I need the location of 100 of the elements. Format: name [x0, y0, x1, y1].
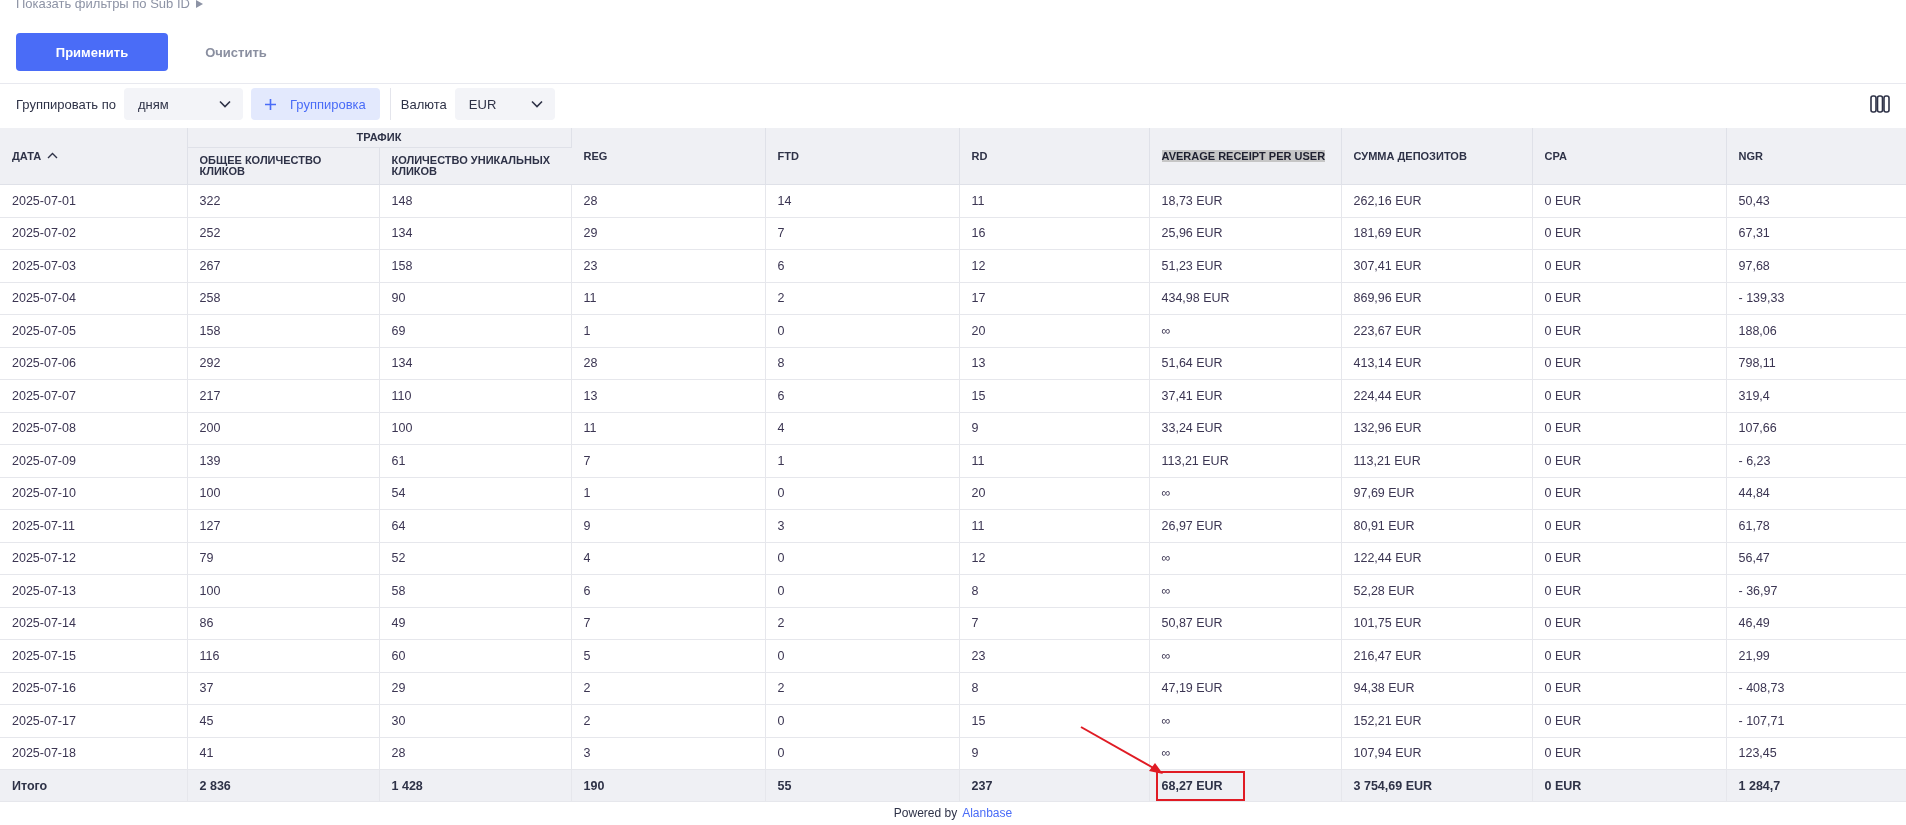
table-cell: 58 — [391, 583, 406, 598]
table-cell: 127 — [199, 518, 221, 533]
total-label: Итого — [12, 778, 48, 793]
table-cell: 8 — [777, 356, 785, 371]
table-cell: 0 EUR — [1544, 453, 1582, 468]
table-cell: 2025-07-13 — [12, 583, 76, 598]
table-cell: 116 — [199, 648, 220, 663]
table-cell: 2025-07-04 — [12, 291, 76, 306]
table-cell: 224,44 EUR — [1353, 388, 1422, 403]
table-cell: 33,24 EUR — [1161, 421, 1223, 436]
table-cell: 110 — [391, 388, 412, 403]
table-cell: 2025-07-16 — [12, 681, 76, 696]
table-cell: 9 — [971, 421, 979, 436]
table-cell: 90 — [391, 291, 406, 306]
table-cell: - 36,97 — [1738, 583, 1778, 598]
table-cell: 94,38 EUR — [1353, 681, 1415, 696]
table-cell: 14 — [777, 193, 792, 208]
table-cell: ∞ — [1161, 648, 1171, 663]
table-cell: 200 — [199, 421, 221, 436]
table-cell: 0 EUR — [1544, 551, 1582, 566]
table-cell: 47,19 EUR — [1161, 681, 1223, 696]
total-value: 1 284,7 — [1738, 778, 1781, 793]
table-cell: 0 — [777, 713, 785, 728]
table-cell: 2025-07-14 — [12, 616, 76, 631]
table-cell: 12 — [971, 551, 986, 566]
table-cell: 4 — [583, 551, 591, 566]
column-header: NGR — [1738, 149, 1763, 162]
table-cell: 28 — [391, 746, 406, 761]
columns-icon[interactable] — [1870, 95, 1890, 113]
table-cell: 307,41 EUR — [1353, 258, 1422, 273]
table-cell: 0 EUR — [1544, 323, 1582, 338]
table-cell: 17 — [971, 291, 986, 306]
apply-button[interactable]: Применить — [16, 33, 168, 71]
table-cell: 0 EUR — [1544, 193, 1582, 208]
table-cell: 869,96 EUR — [1353, 291, 1422, 306]
table-cell: 0 — [777, 551, 785, 566]
table-cell: 50,87 EUR — [1161, 616, 1223, 631]
table-cell: 12 — [971, 258, 986, 273]
table-cell: 2025-07-12 — [12, 551, 76, 566]
column-header: FTD — [777, 149, 799, 162]
table-cell: 1 — [777, 453, 785, 468]
group-by-select[interactable]: дням — [124, 88, 243, 120]
caret-icon — [195, 0, 203, 8]
currency-select[interactable]: EUR — [454, 88, 555, 120]
clear-button[interactable]: Очистить — [184, 33, 288, 71]
table-cell: 0 — [777, 648, 785, 663]
table-cell: 61 — [391, 453, 406, 468]
table-cell: 2025-07-02 — [12, 226, 76, 241]
table-cell: 11 — [583, 291, 597, 306]
table-cell: 56,47 — [1738, 551, 1770, 566]
table-cell: 434,98 EUR — [1161, 291, 1230, 306]
table-cell: 41 — [199, 746, 214, 761]
table-cell: 79 — [199, 551, 214, 566]
table-cell: 15 — [971, 713, 986, 728]
table-cell: 86 — [199, 616, 214, 631]
table-cell: 11 — [583, 421, 597, 436]
table-cell: 0 EUR — [1544, 713, 1582, 728]
group-by-label: Группировать по — [16, 96, 116, 112]
table-cell: 0 — [777, 746, 785, 761]
table-cell: 132,96 EUR — [1353, 421, 1422, 436]
table-cell: 2025-07-05 — [12, 323, 76, 338]
table-cell: 2 — [583, 681, 591, 696]
table-cell: 2025-07-01 — [12, 193, 76, 208]
table-cell: 1 — [583, 486, 591, 501]
column-header: КОЛИЧЕСТВО УНИКАЛЬНЫХ КЛИКОВ — [391, 154, 551, 177]
total-value: 3 754,69 EUR — [1353, 778, 1433, 793]
table-cell: 2025-07-08 — [12, 421, 76, 436]
table-cell: ∞ — [1161, 713, 1171, 728]
sort-ascending-icon[interactable] — [47, 152, 59, 160]
plus-icon — [265, 98, 276, 110]
table-cell: 134 — [391, 226, 413, 241]
currency-label: Валюта — [400, 96, 447, 112]
table-cell: ∞ — [1161, 551, 1171, 566]
table-cell: 123,45 — [1738, 746, 1777, 761]
table-cell: 107,66 — [1738, 421, 1777, 436]
table-cell: 20 — [971, 486, 986, 501]
table-cell: 2 — [777, 681, 785, 696]
table-cell: 21,99 — [1738, 648, 1770, 663]
total-value: 237 — [971, 778, 993, 793]
table-cell: 0 EUR — [1544, 746, 1582, 761]
chevron-down-icon — [219, 100, 231, 108]
table-cell: 18,73 EUR — [1161, 193, 1223, 208]
table-cell: 413,14 EUR — [1353, 356, 1422, 371]
table-cell: 0 EUR — [1544, 681, 1582, 696]
table-cell: 152,21 EUR — [1353, 713, 1422, 728]
table-cell: 9 — [971, 746, 979, 761]
table-cell: 26,97 EUR — [1161, 518, 1223, 533]
table-cell: ∞ — [1161, 486, 1171, 501]
table-cell: 2025-07-03 — [12, 258, 76, 273]
table-cell: 322 — [199, 193, 221, 208]
table-cell: 107,94 EUR — [1353, 746, 1422, 761]
add-grouping-button[interactable]: Группировка — [251, 88, 380, 120]
table-cell: 1 — [583, 323, 591, 338]
table-cell: 148 — [391, 193, 413, 208]
table-cell: ∞ — [1161, 323, 1171, 338]
table-cell: 50,43 — [1738, 193, 1770, 208]
table-cell: 0 EUR — [1544, 583, 1582, 598]
alanbase-link[interactable]: Alanbase — [962, 806, 1013, 820]
table-cell: 181,69 EUR — [1353, 226, 1422, 241]
table-cell: 0 EUR — [1544, 616, 1582, 631]
